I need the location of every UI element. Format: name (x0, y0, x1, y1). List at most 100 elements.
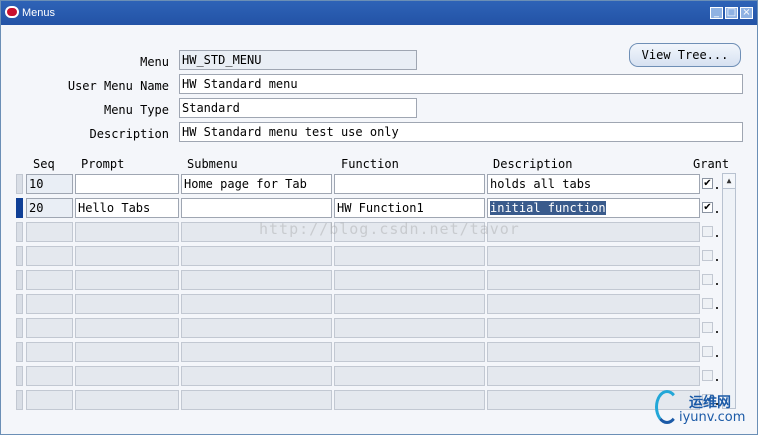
empty-cell[interactable] (334, 270, 485, 290)
user-menu-name-field[interactable]: HW Standard menu (179, 74, 743, 94)
logo-swirl-icon (655, 390, 679, 424)
empty-cell[interactable] (487, 294, 700, 314)
close-button[interactable]: × (740, 7, 753, 19)
empty-cell[interactable] (181, 294, 332, 314)
empty-cell[interactable] (26, 294, 73, 314)
grant-checkbox[interactable] (702, 322, 713, 333)
empty-cell[interactable] (181, 366, 332, 386)
col-seq-header: Seq (33, 157, 55, 171)
seq-cell[interactable]: 20 (26, 198, 73, 218)
seq-cell[interactable]: 10 (26, 174, 73, 194)
grant-checkbox[interactable] (702, 226, 713, 237)
empty-cell[interactable] (26, 366, 73, 386)
empty-cell[interactable] (75, 222, 179, 242)
user-menu-name-label: User Menu Name (67, 79, 169, 93)
col-submenu-header: Submenu (187, 157, 238, 171)
row-dot (716, 307, 718, 309)
menu-label: Menu (140, 55, 169, 69)
row-dot (716, 331, 718, 333)
row-dot (716, 355, 718, 357)
submenu-cell[interactable]: Home page for Tab (181, 174, 332, 194)
empty-cell[interactable] (334, 342, 485, 362)
empty-cell[interactable] (181, 318, 332, 338)
description-label: Description (89, 127, 169, 141)
col-description-header: Description (493, 157, 573, 171)
row-selector[interactable] (16, 270, 23, 290)
empty-cell[interactable] (487, 342, 700, 362)
empty-cell[interactable] (334, 366, 485, 386)
row-dot (716, 235, 718, 237)
menus-window: Menus _ □ × Menu HW_STD_MENU User Menu N… (0, 0, 758, 435)
grant-checkbox[interactable] (702, 298, 713, 309)
title-bar[interactable]: Menus _ □ × (1, 1, 757, 25)
window-title: Menus (22, 7, 56, 19)
scroll-up-icon[interactable]: ▲ (723, 174, 735, 189)
description-field[interactable]: HW Standard menu test use only (179, 122, 743, 142)
prompt-cell[interactable] (75, 174, 179, 194)
row-selector[interactable] (16, 222, 23, 242)
row-selector[interactable] (16, 174, 23, 194)
row-selector[interactable] (16, 342, 23, 362)
oracle-icon (5, 6, 19, 18)
row-dot (716, 187, 718, 189)
function-cell[interactable] (334, 174, 485, 194)
empty-cell[interactable] (75, 390, 179, 410)
row-dot (716, 211, 718, 213)
row-selector[interactable] (16, 390, 23, 410)
empty-cell[interactable] (75, 342, 179, 362)
empty-cell[interactable] (334, 318, 485, 338)
minimize-button[interactable]: _ (710, 7, 723, 19)
grant-checkbox[interactable]: ✔ (702, 202, 713, 213)
menu-type-field[interactable]: Standard (179, 98, 417, 118)
row-dot (716, 259, 718, 261)
row-selector[interactable] (16, 366, 23, 386)
empty-cell[interactable] (487, 366, 700, 386)
empty-cell[interactable] (75, 318, 179, 338)
site-logo: 运维网 iyunv.com (655, 388, 755, 432)
col-grant-header: Grant (693, 157, 730, 171)
grant-checkbox[interactable]: ✔ (702, 178, 713, 189)
empty-cell[interactable] (26, 390, 73, 410)
empty-cell[interactable] (334, 246, 485, 266)
view-tree-button[interactable]: View Tree... (629, 43, 741, 67)
empty-cell[interactable] (75, 270, 179, 290)
grant-checkbox[interactable] (702, 370, 713, 381)
empty-cell[interactable] (26, 318, 73, 338)
logo-en-text: iyunv.com (679, 410, 746, 425)
row-dot (716, 379, 718, 381)
empty-cell[interactable] (487, 318, 700, 338)
empty-cell[interactable] (181, 342, 332, 362)
empty-cell[interactable] (75, 366, 179, 386)
function-cell[interactable]: HW Function1 (334, 198, 485, 218)
empty-cell[interactable] (334, 294, 485, 314)
submenu-cell[interactable] (181, 198, 332, 218)
row-selector[interactable] (16, 198, 23, 218)
row-selector[interactable] (16, 294, 23, 314)
empty-cell[interactable] (26, 342, 73, 362)
vertical-scrollbar[interactable]: ▲ (722, 173, 736, 409)
description-cell[interactable]: initial function (487, 198, 700, 218)
menu-type-label: Menu Type (103, 103, 169, 117)
empty-cell[interactable] (26, 246, 73, 266)
empty-cell[interactable] (181, 270, 332, 290)
prompt-cell[interactable]: Hello Tabs (75, 198, 179, 218)
maximize-button[interactable]: □ (725, 7, 738, 19)
grant-checkbox[interactable] (702, 346, 713, 357)
logo-cn-text: 运维网 (689, 395, 731, 411)
row-selector[interactable] (16, 318, 23, 338)
row-selector[interactable] (16, 246, 23, 266)
empty-cell[interactable] (26, 270, 73, 290)
empty-cell[interactable] (75, 294, 179, 314)
empty-cell[interactable] (181, 246, 332, 266)
grant-checkbox[interactable] (702, 274, 713, 285)
menu-field[interactable]: HW_STD_MENU (179, 50, 417, 70)
empty-cell[interactable] (487, 246, 700, 266)
empty-cell[interactable] (181, 390, 332, 410)
empty-cell[interactable] (26, 222, 73, 242)
empty-cell[interactable] (334, 390, 485, 410)
empty-cell[interactable] (75, 246, 179, 266)
col-function-header: Function (341, 157, 399, 171)
grant-checkbox[interactable] (702, 250, 713, 261)
description-cell[interactable]: holds all tabs (487, 174, 700, 194)
empty-cell[interactable] (487, 270, 700, 290)
